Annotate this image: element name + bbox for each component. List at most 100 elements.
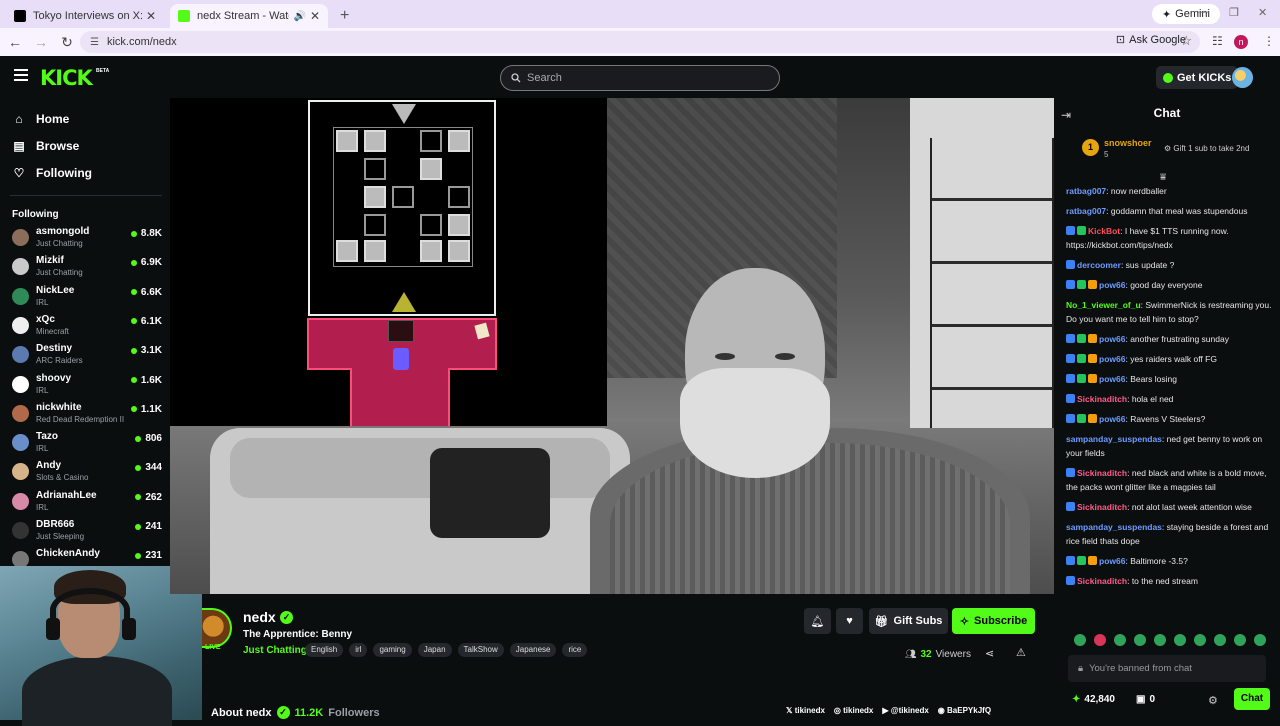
emote-icon[interactable]	[1214, 634, 1226, 646]
chat-badge-icon	[1088, 374, 1097, 383]
reload-icon[interactable]: ↻	[56, 34, 78, 51]
channel-avatar	[12, 287, 29, 305]
following-channel-item[interactable]: nickwhite Red Dead Redemption II 1.1K	[12, 402, 162, 430]
bookmark-star-icon[interactable]: ☆	[1180, 33, 1192, 49]
hamburger-menu-icon[interactable]	[14, 69, 28, 81]
report-icon[interactable]: ⚠	[1016, 646, 1026, 659]
emote-icon[interactable]	[1174, 634, 1186, 646]
following-channel-item[interactable]: AdrianahLee IRL 262	[12, 490, 162, 518]
gift-subs-button[interactable]: 🎁︎ Gift Subs	[869, 608, 948, 634]
chat-username[interactable]: Sickinaditch	[1077, 394, 1127, 404]
stream-category[interactable]: Just Chatting	[243, 645, 307, 656]
close-tab-icon[interactable]: ✕	[146, 9, 156, 23]
gemini-button[interactable]: ✦ Gemini	[1151, 4, 1220, 24]
gift-leaderboard[interactable]: 1 snowshoer 5 ⚙ Gift 1 sub to take 2nd	[1060, 134, 1274, 170]
following-channel-item[interactable]: Destiny ARC Raiders 3.1K	[12, 343, 162, 371]
forward-icon[interactable]: →	[30, 34, 52, 50]
stream-tag[interactable]: Japanese	[509, 643, 557, 657]
menu-kebab-icon[interactable]: ⋮	[1263, 34, 1275, 48]
ask-google-button[interactable]: ⊡ Ask Google	[1116, 33, 1186, 47]
chat-username[interactable]: pow66	[1099, 556, 1125, 566]
following-channel-item[interactable]: NickLee IRL 6.6K	[12, 285, 162, 313]
stream-tag[interactable]: irl	[349, 643, 368, 657]
social-handle: @tikinedx	[890, 706, 929, 715]
browser-tab-active[interactable]: nedx Stream - Watch Live o 🔊 ✕	[170, 4, 328, 28]
kicks-balance[interactable]: ✦ 42,840	[1072, 694, 1115, 705]
notification-bell-button[interactable]: 🔔︎	[804, 608, 831, 634]
maximize-icon[interactable]: ❐	[1229, 6, 1239, 19]
emote-icon[interactable]	[1154, 634, 1166, 646]
profile-avatar[interactable]: n	[1234, 35, 1248, 49]
channel-viewers: 231	[135, 550, 162, 561]
new-tab-icon[interactable]: +	[340, 7, 349, 25]
chat-username[interactable]: pow66	[1099, 334, 1125, 344]
following-channel-item[interactable]: Tazo IRL 806	[12, 431, 162, 459]
following-channel-item[interactable]: shoovy IRL 1.6K	[12, 373, 162, 401]
chat-username[interactable]: sampanday_suspendas	[1066, 522, 1162, 532]
chat-username[interactable]: dercoomer	[1077, 260, 1121, 270]
stream-tag[interactable]: TalkShow	[457, 643, 504, 657]
kick-logo[interactable]: KICK	[40, 66, 93, 90]
chat-username[interactable]: ratbag007	[1066, 186, 1106, 196]
url-field[interactable]: ☰ kick.com/nedx	[80, 31, 1200, 53]
channel-avatar[interactable]	[202, 608, 232, 648]
chat-send-button[interactable]: Chat	[1234, 688, 1270, 710]
following-channel-item[interactable]: asmongold Just Chatting 8.8K	[12, 226, 162, 254]
sub-balance[interactable]: ▣ 0	[1136, 694, 1155, 705]
subscribe-button[interactable]: ✧ Subscribe	[952, 608, 1035, 634]
emote-icon[interactable]	[1074, 634, 1086, 646]
browser-tab[interactable]: Tokyo Interviews on X: "@calligirl... ✕	[6, 4, 164, 28]
get-kicks-button[interactable]: Get KICKs	[1156, 66, 1239, 89]
stream-tag[interactable]: rice	[562, 643, 588, 657]
chat-username[interactable]: No_1_viewer_of_u	[1066, 300, 1141, 310]
chat-username[interactable]: ratbag007	[1066, 206, 1106, 216]
sidebar-item-browse[interactable]: ▤ Browse	[12, 139, 79, 153]
emote-icon[interactable]	[1254, 634, 1266, 646]
chat-username[interactable]: KickBot	[1088, 226, 1120, 236]
close-tab-icon[interactable]: ✕	[310, 9, 320, 23]
following-channel-item[interactable]: Andy Slots & Casino 344	[12, 460, 162, 488]
share-icon[interactable]: ⋖	[985, 647, 994, 660]
chat-username[interactable]: pow66	[1099, 414, 1125, 424]
filter-icon[interactable]: ⩸	[1160, 172, 1166, 183]
following-channel-item[interactable]: Mizkif Just Chatting 6.9K	[12, 255, 162, 283]
sidebar-item-following[interactable]: ♡ Following	[12, 166, 92, 180]
site-info-icon[interactable]: ☰	[90, 37, 99, 48]
chat-username[interactable]: Sickinaditch	[1077, 576, 1127, 586]
emote-icon[interactable]	[1234, 634, 1246, 646]
chat-badge-icon	[1066, 280, 1075, 289]
back-icon[interactable]: ←	[4, 34, 26, 50]
chat-username[interactable]: sampanday_suspendas	[1066, 434, 1162, 444]
sidebar-item-home[interactable]: ⌂ Home	[12, 112, 69, 126]
channel-name[interactable]: nedx	[243, 609, 276, 625]
social-link[interactable]: ◎ tikinedx	[834, 706, 873, 715]
follow-button[interactable]: ♥	[836, 608, 863, 634]
social-link[interactable]: 𝕏 tikinedx	[786, 706, 825, 715]
emote-icon[interactable]	[1114, 634, 1126, 646]
search-input[interactable]: Search	[500, 65, 780, 91]
user-avatar[interactable]	[1232, 67, 1253, 88]
chat-message: pow66: another frustrating sunday	[1066, 332, 1272, 346]
following-channel-item[interactable]: DBR666 Just Sleeping 241	[12, 519, 162, 547]
social-link[interactable]: ◉ BaEPYkJfQ	[938, 706, 991, 715]
reading-list-icon[interactable]: ☷	[1212, 34, 1223, 48]
stream-tag[interactable]: Japan	[417, 643, 452, 657]
chat-text: hola el ned	[1131, 394, 1174, 404]
emote-icon[interactable]	[1094, 634, 1106, 646]
emote-icon[interactable]	[1134, 634, 1146, 646]
close-window-icon[interactable]: ✕	[1258, 6, 1267, 19]
stream-tag[interactable]: gaming	[373, 643, 412, 657]
following-channel-item[interactable]: xQc Minecraft 6.1K	[12, 314, 162, 342]
minimize-icon[interactable]: —	[1198, 6, 1209, 18]
chat-settings-icon[interactable]: ⚙	[1208, 694, 1218, 707]
chat-username[interactable]: pow66	[1099, 374, 1125, 384]
audio-icon[interactable]: 🔊	[293, 11, 305, 22]
chat-username[interactable]: Sickinaditch	[1077, 468, 1127, 478]
chat-username[interactable]: pow66	[1099, 280, 1125, 290]
emote-icon[interactable]	[1194, 634, 1206, 646]
chat-username[interactable]: Sickinaditch	[1077, 502, 1127, 512]
social-link[interactable]: ▶ @tikinedx	[882, 706, 928, 715]
video-player[interactable]	[170, 98, 1054, 594]
chat-username[interactable]: pow66	[1099, 354, 1125, 364]
stream-tag[interactable]: English	[305, 643, 344, 657]
